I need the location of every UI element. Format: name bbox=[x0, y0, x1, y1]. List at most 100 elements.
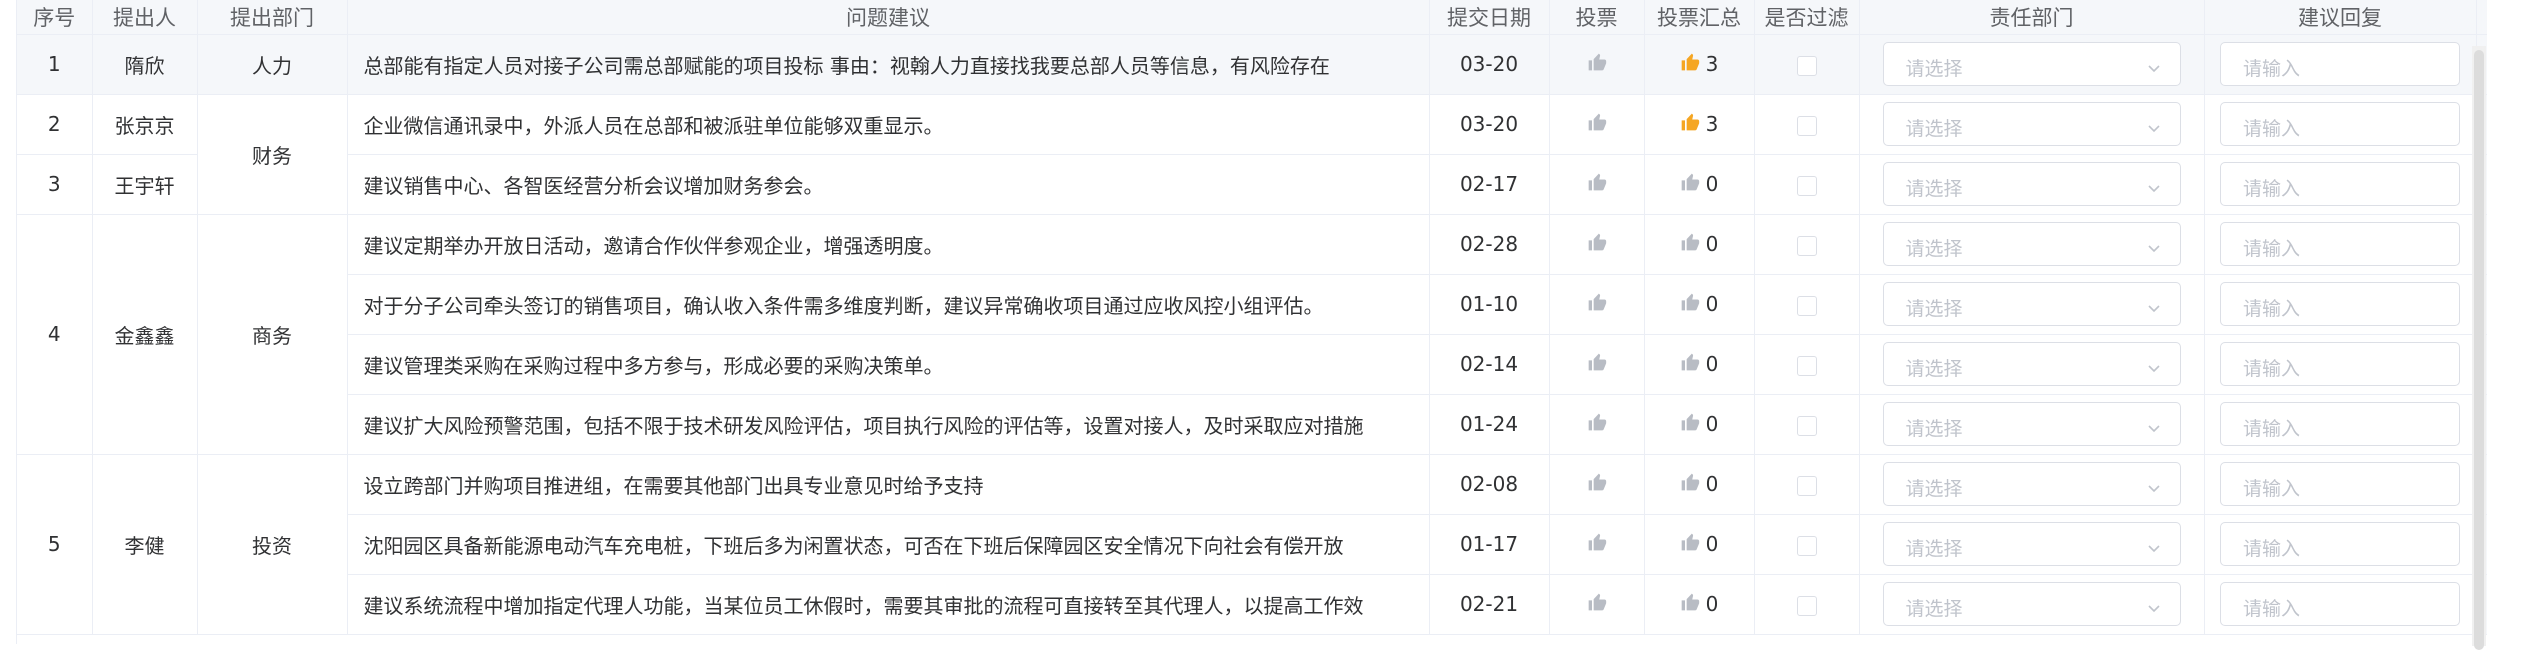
cell-reply: 请输入 bbox=[2204, 34, 2477, 95]
resp-dept-select[interactable]: 请选择 bbox=[1882, 42, 2181, 86]
resp-dept-select[interactable]: 请选择 bbox=[1882, 222, 2181, 266]
filter-checkbox[interactable] bbox=[1796, 535, 1817, 556]
cell-vote bbox=[1549, 514, 1645, 575]
resp-dept-select[interactable]: 请选择 bbox=[1882, 522, 2181, 566]
reply-input[interactable]: 请输入 bbox=[2220, 522, 2460, 566]
reply-input[interactable]: 请输入 bbox=[2220, 42, 2460, 86]
cell-suggestion: 建议管理类采购在采购过程中多方参与，形成必要的采购决策单。 bbox=[347, 334, 1430, 395]
thumbs-up-icon[interactable] bbox=[1587, 172, 1607, 197]
vertical-scrollbar[interactable] bbox=[2472, 46, 2486, 650]
filter-checkbox[interactable] bbox=[1796, 475, 1817, 496]
col-header-dept[interactable]: 提出部门 bbox=[197, 0, 348, 35]
filter-checkbox[interactable] bbox=[1796, 115, 1817, 136]
scrollbar-thumb[interactable] bbox=[2474, 50, 2484, 650]
col-header-reply[interactable]: 建议回复 bbox=[2204, 0, 2477, 35]
resp-dept-select[interactable]: 请选择 bbox=[1882, 342, 2181, 386]
thumbs-up-icon[interactable] bbox=[1587, 52, 1607, 77]
cell-reply: 请输入 bbox=[2204, 94, 2477, 155]
cell-dept: 财务 bbox=[197, 94, 348, 215]
cell-seq: 5 bbox=[17, 454, 93, 635]
cell-vote-total: 0 bbox=[1644, 514, 1755, 575]
suggestion-table: 序号 提出人 提出部门 问题建议 提交日期 投票 投票汇总 是否过滤 责任部门 … bbox=[17, 0, 2487, 635]
cell-suggestion: 企业微信通讯录中，外派人员在总部和被派驻单位能够双重显示。 bbox=[347, 94, 1430, 155]
cell-date: 02-17 bbox=[1429, 154, 1550, 215]
cell-suggestion: 建议扩大风险预警范围，包括不限于技术研发风险评估，项目执行风险的评估等，设置对接… bbox=[347, 394, 1430, 455]
thumbs-up-icon[interactable] bbox=[1587, 112, 1607, 137]
input-placeholder: 请输入 bbox=[2243, 478, 2301, 500]
select-placeholder: 请选择 bbox=[1905, 298, 1963, 320]
thumbs-up-icon[interactable] bbox=[1587, 592, 1607, 617]
thumbs-up-icon[interactable] bbox=[1587, 412, 1607, 437]
cell-filtered bbox=[1754, 394, 1860, 455]
cell-filtered bbox=[1754, 94, 1860, 155]
thumbs-up-icon[interactable] bbox=[1587, 292, 1607, 317]
reply-input[interactable]: 请输入 bbox=[2220, 462, 2460, 506]
filter-checkbox[interactable] bbox=[1796, 595, 1817, 616]
col-header-filtered[interactable]: 是否过滤 bbox=[1754, 0, 1860, 35]
cell-filtered bbox=[1754, 514, 1860, 575]
filter-checkbox[interactable] bbox=[1796, 295, 1817, 316]
resp-dept-select[interactable]: 请选择 bbox=[1882, 102, 2181, 146]
vote-count: 0 bbox=[1705, 172, 1719, 196]
cell-resp-dept: 请选择 bbox=[1859, 334, 2205, 395]
vote-count: 0 bbox=[1705, 232, 1719, 256]
cell-vote-total: 0 bbox=[1644, 394, 1755, 455]
col-header-proposer[interactable]: 提出人 bbox=[92, 0, 198, 35]
resp-dept-select[interactable]: 请选择 bbox=[1882, 162, 2181, 206]
reply-input[interactable]: 请输入 bbox=[2220, 582, 2460, 626]
thumbs-up-icon bbox=[1680, 112, 1700, 137]
resp-dept-select[interactable]: 请选择 bbox=[1882, 582, 2181, 626]
cell-date: 02-21 bbox=[1429, 574, 1550, 635]
cell-vote bbox=[1549, 274, 1645, 335]
input-placeholder: 请输入 bbox=[2243, 358, 2301, 380]
col-header-resp-dept[interactable]: 责任部门 bbox=[1859, 0, 2205, 35]
resp-dept-select[interactable]: 请选择 bbox=[1882, 282, 2181, 326]
filter-checkbox[interactable] bbox=[1796, 355, 1817, 376]
cell-suggestion: 总部能有指定人员对接子公司需总部赋能的项目投标 事由：视翰人力直接找我要总部人员… bbox=[347, 34, 1430, 95]
col-header-vote-total[interactable]: 投票汇总 bbox=[1644, 0, 1755, 35]
cell-resp-dept: 请选择 bbox=[1859, 274, 2205, 335]
reply-input[interactable]: 请输入 bbox=[2220, 102, 2460, 146]
cell-filtered bbox=[1754, 274, 1860, 335]
reply-input[interactable]: 请输入 bbox=[2220, 282, 2460, 326]
resp-dept-select[interactable]: 请选择 bbox=[1882, 462, 2181, 506]
table-row: 1 隋欣 人力 总部能有指定人员对接子公司需总部赋能的项目投标 事由：视翰人力直接找我… bbox=[17, 34, 2487, 95]
cell-reply: 请输入 bbox=[2204, 334, 2477, 395]
reply-input[interactable]: 请输入 bbox=[2220, 342, 2460, 386]
thumbs-up-icon[interactable] bbox=[1587, 532, 1607, 557]
cell-filtered bbox=[1754, 454, 1860, 515]
thumbs-up-icon[interactable] bbox=[1587, 352, 1607, 377]
cell-vote-total: 0 bbox=[1644, 274, 1755, 335]
filter-checkbox[interactable] bbox=[1796, 415, 1817, 436]
resp-dept-select[interactable]: 请选择 bbox=[1882, 402, 2181, 446]
cell-filtered bbox=[1754, 34, 1860, 95]
cell-date: 01-17 bbox=[1429, 514, 1550, 575]
cell-reply: 请输入 bbox=[2204, 514, 2477, 575]
cell-vote bbox=[1549, 94, 1645, 155]
filter-checkbox[interactable] bbox=[1796, 235, 1817, 256]
select-placeholder: 请选择 bbox=[1905, 418, 1963, 440]
col-header-seq[interactable]: 序号 bbox=[17, 0, 93, 35]
select-placeholder: 请选择 bbox=[1905, 478, 1963, 500]
vote-count: 0 bbox=[1705, 292, 1719, 316]
chevron-down-icon bbox=[2146, 537, 2162, 561]
reply-input[interactable]: 请输入 bbox=[2220, 222, 2460, 266]
table-row: 建议扩大风险预警范围，包括不限于技术研发风险评估，项目执行风险的评估等，设置对接… bbox=[17, 394, 2487, 455]
cell-date: 02-08 bbox=[1429, 454, 1550, 515]
reply-input[interactable]: 请输入 bbox=[2220, 162, 2460, 206]
thumbs-up-icon bbox=[1680, 472, 1700, 497]
col-header-vote[interactable]: 投票 bbox=[1549, 0, 1645, 35]
cell-resp-dept: 请选择 bbox=[1859, 454, 2205, 515]
cell-vote bbox=[1549, 334, 1645, 395]
cell-resp-dept: 请选择 bbox=[1859, 214, 2205, 275]
col-header-suggestion[interactable]: 问题建议 bbox=[347, 0, 1430, 35]
reply-input[interactable]: 请输入 bbox=[2220, 402, 2460, 446]
thumbs-up-icon bbox=[1680, 232, 1700, 257]
filter-checkbox[interactable] bbox=[1796, 55, 1817, 76]
thumbs-up-icon[interactable] bbox=[1587, 472, 1607, 497]
thumbs-up-icon[interactable] bbox=[1587, 232, 1607, 257]
col-header-date[interactable]: 提交日期 bbox=[1429, 0, 1550, 35]
header-gutter bbox=[2476, 0, 2487, 35]
filter-checkbox[interactable] bbox=[1796, 175, 1817, 196]
cell-vote bbox=[1549, 34, 1645, 95]
